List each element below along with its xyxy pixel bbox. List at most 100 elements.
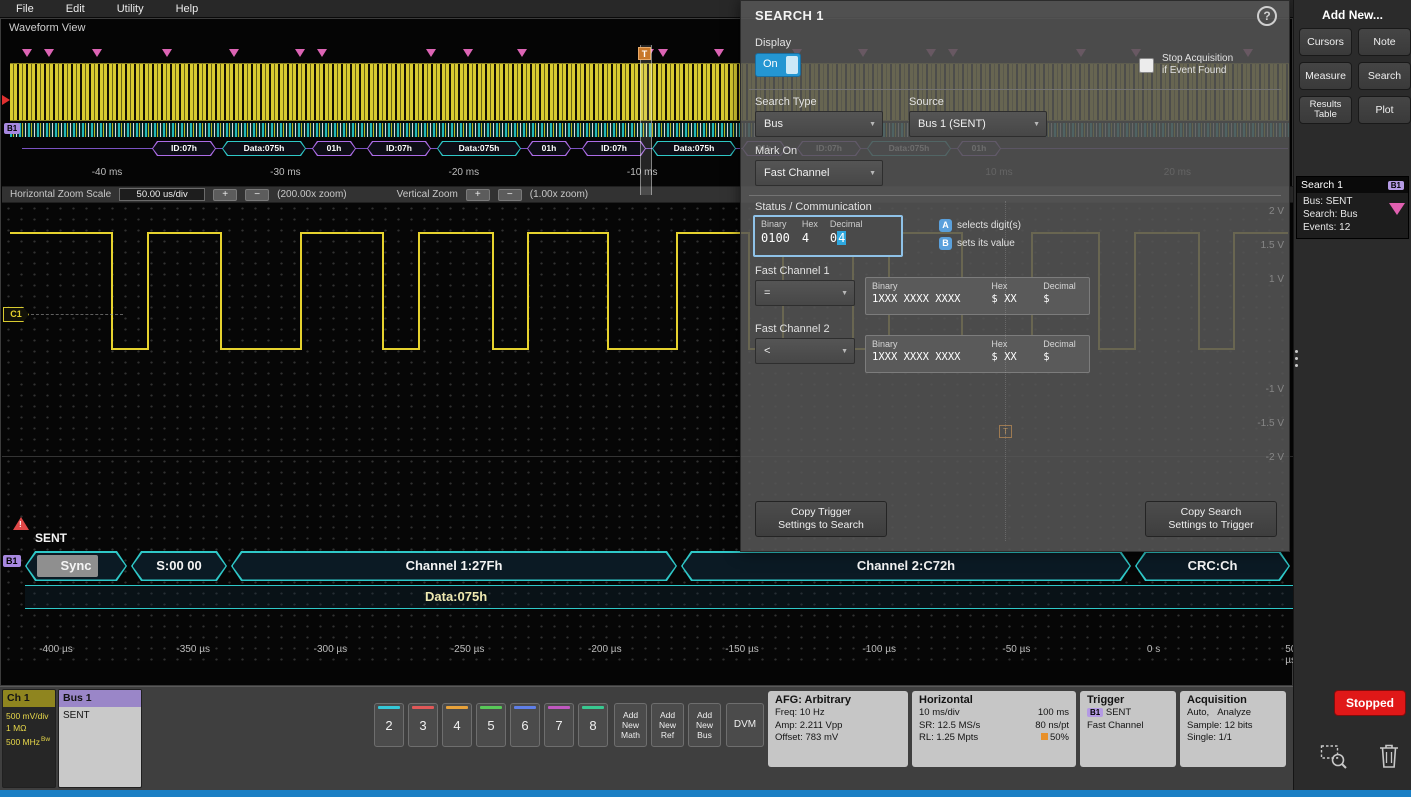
search-result-card[interactable]: Search 1 B1 Bus: SENT Search: Bus Events… — [1296, 176, 1409, 239]
add-new-math-button[interactable]: AddNewMath — [614, 703, 647, 747]
channel-4-button[interactable]: 4 — [442, 703, 472, 747]
channel-7-button[interactable]: 7 — [544, 703, 574, 747]
search-event-mark-icon[interactable] — [92, 49, 102, 57]
zoom-time-label: -100 µs — [862, 644, 896, 655]
vzoom-decrease-button[interactable]: − — [498, 189, 522, 201]
zoom-time-label: -50 µs — [1002, 644, 1030, 655]
menu-utility[interactable]: Utility — [117, 3, 144, 15]
measure-button[interactable]: Measure — [1299, 62, 1352, 90]
divider — [749, 89, 1281, 90]
menu-help[interactable]: Help — [176, 3, 199, 15]
decode-segment: Data:075h — [222, 141, 306, 156]
status-communication-label: Status / Communication — [755, 201, 872, 213]
trigger-panel[interactable]: Trigger B1 SENT Fast Channel — [1080, 691, 1176, 767]
status-hex-field[interactable]: Hex 4 — [796, 217, 824, 255]
menu-edit[interactable]: Edit — [66, 3, 85, 15]
channel-color-strip — [412, 706, 434, 709]
horizontal-position-icon — [1041, 733, 1048, 740]
channel-6-button[interactable]: 6 — [510, 703, 540, 747]
search-event-mark-icon[interactable] — [658, 49, 668, 57]
source-dropdown[interactable]: Bus 1 (SENT) ▼ — [909, 111, 1047, 137]
search-button[interactable]: Search — [1358, 62, 1411, 90]
zoom-time-label: -250 µs — [451, 644, 485, 655]
channel-1-ground-line — [31, 314, 123, 315]
trigger-position-line — [1005, 201, 1006, 541]
afg-panel[interactable]: AFG: Arbitrary Freq: 10 Hz Amp: 2.211 Vp… — [768, 691, 908, 767]
horizontal-zoom-scale-value[interactable]: 50.00 us/div — [119, 188, 205, 201]
vertical-zoom-factor: (1.00x zoom) — [530, 189, 588, 200]
horizontal-zoom-scale-label: Horizontal Zoom Scale — [10, 189, 111, 200]
decode-segment: ID:07h — [152, 141, 216, 156]
cursors-button[interactable]: Cursors — [1299, 28, 1352, 56]
plot-button[interactable]: Plot — [1358, 96, 1411, 124]
search-event-mark-icon[interactable] — [426, 49, 436, 57]
hzoom-increase-button[interactable]: + — [213, 189, 237, 201]
search-type-dropdown[interactable]: Bus ▼ — [755, 111, 883, 137]
results-table-button[interactable]: Results Table — [1299, 96, 1352, 124]
acquisition-panel[interactable]: Acquisition Auto,Analyze Sample: 12 bits… — [1180, 691, 1286, 767]
status-binary-field[interactable]: Binary 0100 — [755, 217, 796, 255]
search-event-mark-icon[interactable] — [22, 49, 32, 57]
chevron-down-icon: ▼ — [1033, 112, 1040, 138]
chevron-down-icon: ▼ — [869, 112, 876, 138]
help-icon[interactable]: ? — [1257, 6, 1277, 26]
vzoom-increase-button[interactable]: + — [466, 189, 490, 201]
search-event-mark-icon[interactable] — [517, 49, 527, 57]
copy-trigger-settings-button[interactable]: Copy Trigger Settings to Search — [755, 501, 887, 537]
channel-5-button[interactable]: 5 — [476, 703, 506, 747]
status-value-editor[interactable]: Binary 0100 Hex 4 Decimal 04 — [753, 215, 903, 257]
display-toggle[interactable]: On — [755, 53, 801, 77]
dvm-button[interactable]: DVM — [726, 703, 764, 747]
menu-file[interactable]: File — [16, 3, 34, 15]
search-event-mark-icon[interactable] — [317, 49, 327, 57]
trash-icon[interactable] — [1378, 742, 1400, 770]
copy-search-settings-button[interactable]: Copy Search Settings to Trigger — [1145, 501, 1277, 537]
mark-on-dropdown[interactable]: Fast Channel ▼ — [755, 160, 883, 186]
add-new-bus-button[interactable]: AddNewBus — [688, 703, 721, 747]
search-event-mark-icon[interactable] — [463, 49, 473, 57]
search-event-mark-icon[interactable] — [229, 49, 239, 57]
bus-1-badge[interactable]: Bus 1 SENT — [58, 689, 142, 788]
search-event-mark-icon[interactable] — [714, 49, 724, 57]
sent-bus-decode-lane[interactable]: SyncS:00 00Channel 1:27FhChannel 2:C72hC… — [25, 551, 1293, 581]
bus-field-segment[interactable]: Channel 2:C72h — [681, 551, 1131, 581]
bus-data-row: Data:075h — [25, 585, 1293, 609]
channel-buttons: 2345678 — [374, 703, 608, 747]
search-panel: SEARCH 1 ? Display On Stop Acquisition i… — [740, 0, 1290, 552]
channel-color-strip — [378, 706, 400, 709]
search-event-mark-icon[interactable] — [162, 49, 172, 57]
bus-field-segment[interactable]: CRC:Ch — [1135, 551, 1290, 581]
search-card-events: Events: 12 — [1303, 221, 1404, 234]
fast-channel-1-operator-dropdown[interactable]: = ▼ — [755, 280, 855, 306]
bus-field-segment[interactable]: Channel 1:27Fh — [231, 551, 677, 581]
search-event-mark-icon[interactable] — [44, 49, 54, 57]
fast-channel-2-operator-dropdown[interactable]: < ▼ — [755, 338, 855, 364]
trigger-level-icon — [2, 95, 10, 105]
stopped-button[interactable]: Stopped — [1334, 690, 1406, 716]
add-new-buttons: Cursors Note Measure Search Results Tabl… — [1299, 28, 1411, 124]
channel-8-button[interactable]: 8 — [578, 703, 608, 747]
stop-acquisition-checkbox[interactable] — [1139, 58, 1154, 73]
zoom-time-label: -300 µs — [314, 644, 348, 655]
hzoom-decrease-button[interactable]: − — [245, 189, 269, 201]
display-toggle-state: On — [763, 58, 778, 70]
decode-segment: Data:075h — [437, 141, 521, 156]
channel-2-button[interactable]: 2 — [374, 703, 404, 747]
zoom-box-icon[interactable] — [1320, 742, 1348, 770]
add-new-ref-button[interactable]: AddNewRef — [651, 703, 684, 747]
horizontal-panel[interactable]: Horizontal 10 ms/div100 ms SR: 12.5 MS/s… — [912, 691, 1076, 767]
fast-channel-2-value-editor[interactable]: Binary1XXX XXXX XXXX Hex$ XX Decimal$ — [865, 335, 1090, 373]
bus-field-segment[interactable]: Sync — [25, 551, 127, 581]
trigger-position-marker[interactable]: T — [638, 47, 651, 60]
channel-3-button[interactable]: 3 — [408, 703, 438, 747]
note-button[interactable]: Note — [1358, 28, 1411, 56]
bus-field-segment[interactable]: S:00 00 — [131, 551, 227, 581]
divider — [749, 195, 1281, 196]
zoom-window-indicator[interactable] — [640, 45, 652, 195]
panel-splitter-handle[interactable] — [1295, 346, 1301, 371]
status-decimal-field[interactable]: Decimal 04 — [824, 217, 869, 255]
fast-channel-1-value-editor[interactable]: Binary1XXX XXXX XXXX Hex$ XX Decimal$ — [865, 277, 1090, 315]
bus-badge[interactable]: B1 — [3, 555, 21, 567]
channel-1-badge[interactable]: Ch 1 500 mV/div 1 MΩ 500 MHzBw — [2, 689, 56, 788]
search-event-mark-icon[interactable] — [295, 49, 305, 57]
